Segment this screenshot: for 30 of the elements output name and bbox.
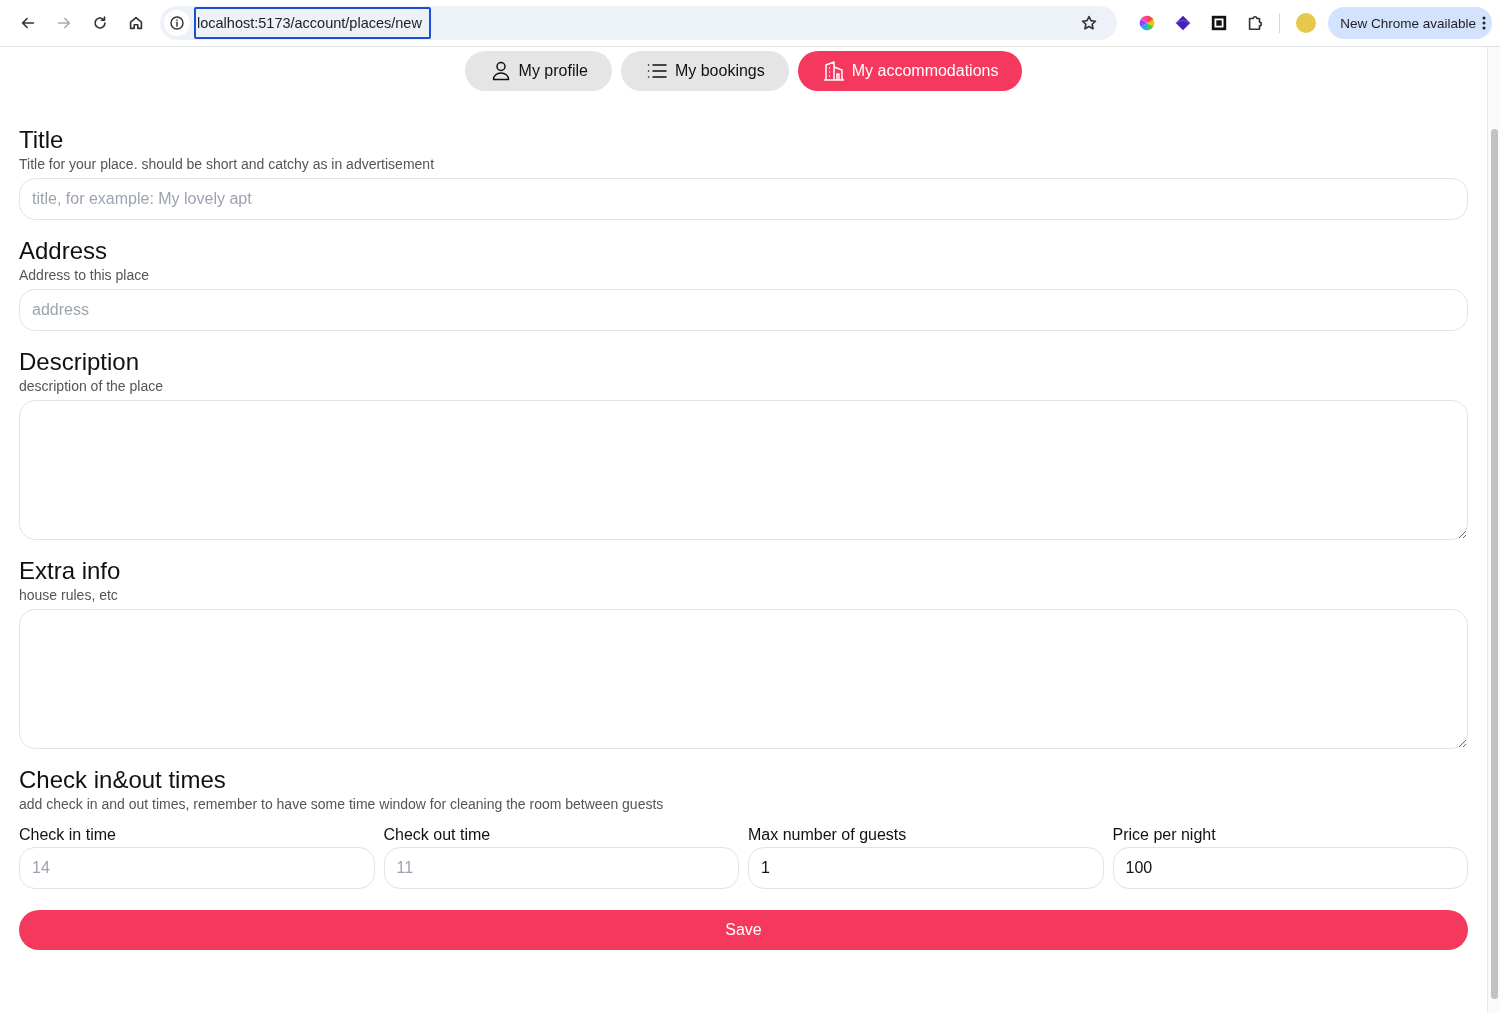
section-hint: description of the place	[19, 377, 164, 395]
save-button[interactable]: Save	[19, 910, 1468, 950]
number-input[interactable]: 100	[1112, 847, 1468, 889]
number-input[interactable]: 11	[383, 847, 739, 889]
field-label: Check in time	[19, 825, 117, 845]
field-label: Price per night	[1112, 825, 1217, 845]
address-bar-url[interactable]: localhost:5173/account/places/new	[194, 7, 431, 39]
scrollbar-thumb[interactable]	[1490, 129, 1498, 999]
building-icon	[821, 59, 846, 83]
section-heading: Description	[19, 347, 141, 377]
section-heading: Check in&out times	[19, 765, 227, 795]
section-hint: Title for your place. should be short and catchy as in advertisement	[19, 155, 436, 173]
text-input[interactable]: title, for example: My lovely apt	[19, 178, 1468, 220]
section-hint: Address to this place	[19, 266, 150, 284]
number-input[interactable]: 14	[19, 847, 375, 889]
section-hint: add check in and out times, remember to have some time window for cleaning the room between guests	[19, 795, 665, 813]
section-heading: Address	[19, 236, 109, 266]
field-label: Max number of guests	[748, 825, 908, 845]
more-icon[interactable]	[1482, 16, 1486, 30]
nav-tab[interactable]: My bookings	[620, 51, 789, 91]
section-heading: Title	[19, 125, 65, 155]
nav-tab[interactable]: My profile	[464, 51, 612, 91]
field-label: Check out time	[383, 825, 492, 845]
update-button[interactable]: New Chrome available	[1328, 7, 1492, 39]
info-icon[interactable]	[164, 10, 190, 36]
section-heading: Extra info	[19, 556, 122, 586]
section-hint: house rules, etc	[19, 586, 119, 604]
text-input[interactable]: address	[19, 289, 1468, 331]
nav-tab[interactable]: My accommodations	[797, 51, 1023, 91]
number-input[interactable]: 1	[748, 847, 1104, 889]
